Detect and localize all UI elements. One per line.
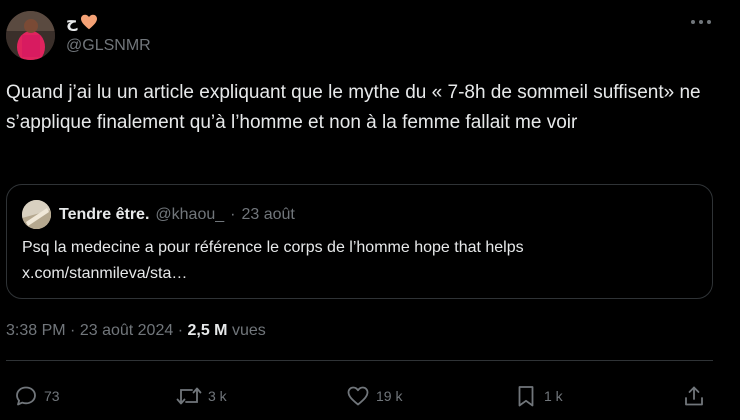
reply-icon: [16, 386, 36, 406]
bookmark-count: 1 k: [544, 388, 563, 404]
divider: [6, 360, 713, 361]
bookmark-icon: [518, 386, 534, 407]
orange-heart-icon: [80, 14, 97, 30]
like-button[interactable]: 19 k: [346, 380, 402, 412]
display-name-text: ح: [66, 14, 78, 31]
avatar[interactable]: [6, 11, 55, 60]
tweet-time[interactable]: 3:38 PM: [6, 322, 66, 339]
more-button[interactable]: [690, 12, 712, 32]
meta-separator: ·: [177, 322, 184, 339]
retweet-count: 3 k: [208, 388, 227, 404]
views-label: vues: [231, 322, 266, 339]
quoted-tweet-text: Psq la medecine a pour référence le corp…: [22, 235, 692, 287]
action-bar: 73 3 k 19 k 1 k: [0, 380, 740, 412]
quoted-display-name[interactable]: Tendre être.: [59, 206, 149, 224]
display-name[interactable]: ح: [66, 12, 98, 32]
tweet-meta: 3:38 PM · 23 août 2024 · 2,5 M vues: [6, 322, 266, 340]
reply-button[interactable]: 73: [14, 380, 60, 412]
quoted-link[interactable]: x.com/stanmileva/sta…: [22, 265, 187, 282]
meta-separator: ·: [70, 322, 76, 339]
quoted-avatar[interactable]: [22, 200, 51, 229]
more-icon: [691, 20, 711, 24]
quoted-tweet[interactable]: Tendre être. @khaou_ · 23 août Psq la me…: [6, 184, 713, 299]
tweet-date[interactable]: 23 août 2024: [80, 322, 173, 339]
retweet-icon: [176, 387, 202, 405]
tweet: ح @GLSNMR Quand j’ai lu un article expli…: [0, 0, 740, 420]
retweet-button[interactable]: 3 k: [176, 380, 227, 412]
like-count: 19 k: [376, 388, 403, 404]
quoted-date[interactable]: 23 août: [241, 206, 294, 224]
heart-icon: [347, 386, 369, 406]
share-icon: [685, 386, 703, 406]
tweet-text: Quand j’ai lu un article expliquant que …: [6, 82, 701, 133]
share-button[interactable]: [682, 380, 706, 412]
quoted-tweet-header: Tendre être. @khaou_ · 23 août: [22, 200, 295, 229]
quoted-handle[interactable]: @khaou_: [155, 206, 224, 224]
quoted-text-line: Psq la medecine a pour référence le corp…: [22, 239, 524, 256]
reply-count: 73: [44, 388, 60, 404]
bookmark-button[interactable]: 1 k: [514, 380, 563, 412]
author-handle[interactable]: @GLSNMR: [66, 37, 151, 55]
views-count: 2,5 M: [187, 322, 228, 339]
quoted-separator: ·: [230, 205, 236, 223]
